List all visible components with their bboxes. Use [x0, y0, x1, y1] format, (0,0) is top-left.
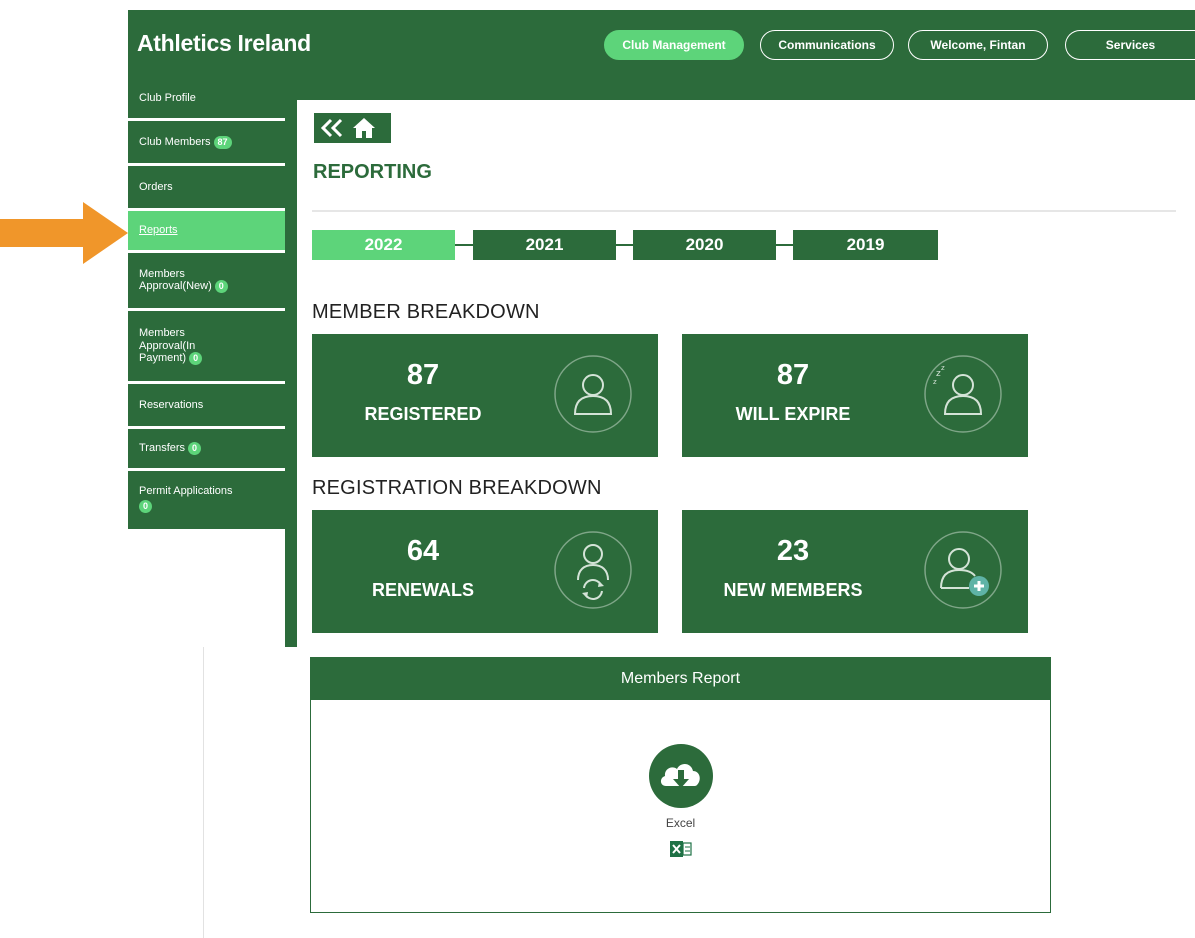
top-bar: Athletics Ireland Club Management Commun…: [128, 10, 1195, 79]
count-badge: 0: [139, 499, 153, 513]
stat-value: 87: [776, 359, 810, 391]
user-renew-icon: [554, 531, 632, 609]
sidebar-item-label: Approval(New): [139, 280, 212, 293]
sidebar-item-transfers[interactable]: Transfers 0: [128, 429, 285, 471]
sidebar-item-reports[interactable]: Reports: [128, 211, 285, 253]
sidebar-item-label: Reservations: [139, 398, 204, 411]
stat-value: 87: [406, 359, 440, 391]
pointer-arrow-icon: [0, 202, 128, 264]
back-home-button[interactable]: [314, 113, 391, 143]
members-report-panel: Members Report Excel: [310, 657, 1051, 913]
sidebar-item-label: Members: [139, 267, 185, 280]
sidebar-item-members-approval-new[interactable]: Members Approval(New) 0: [128, 253, 285, 311]
sidebar-item-label: Transfers: [139, 442, 186, 455]
sidebar: Club Profile Club Members 87 Orders Repor…: [128, 79, 285, 529]
sidebar-item-reservations[interactable]: Reservations: [128, 384, 285, 429]
members-report-title: Members Report: [311, 658, 1050, 700]
page-title: REPORTING: [313, 161, 432, 183]
count-badge: 87: [213, 135, 232, 149]
nav-club-management[interactable]: Club Management: [604, 30, 744, 60]
member-breakdown-heading: MEMBER BREAKDOWN: [312, 301, 540, 323]
excel-icon[interactable]: [670, 839, 692, 859]
registered-card[interactable]: 87 REGISTERED: [312, 334, 658, 457]
nav-welcome-user[interactable]: Welcome, Fintan: [908, 30, 1048, 60]
stat-value: 64: [406, 535, 440, 567]
stat-label: NEW MEMBERS: [723, 580, 863, 600]
year-tab-2021[interactable]: 2021: [473, 230, 616, 260]
divider: [312, 210, 1176, 212]
stat-value: 23: [776, 535, 810, 567]
sidebar-item-members-approval-payment[interactable]: Members Approval(In Payment) 0: [128, 311, 285, 384]
user-sleep-icon: z z z: [924, 355, 1002, 433]
year-tab-2020[interactable]: 2020: [633, 230, 776, 260]
sidebar-item-label: Permit Applications: [139, 485, 233, 497]
count-badge: 0: [189, 352, 203, 366]
user-add-icon: [924, 531, 1002, 609]
sidebar-item-club-members[interactable]: Club Members 87: [128, 121, 285, 166]
sidebar-item-label: Reports: [139, 224, 178, 237]
stat-label: REGISTERED: [364, 404, 482, 424]
double-chevron-left-icon: [320, 118, 343, 138]
svg-text:z: z: [941, 364, 945, 372]
cloud-download-icon[interactable]: [649, 744, 713, 808]
count-badge: 0: [214, 280, 228, 294]
sidebar-item-label: Orders: [139, 180, 173, 193]
registration-breakdown-heading: REGISTRATION BREAKDOWN: [312, 477, 602, 499]
year-tab-2019[interactable]: 2019: [793, 230, 938, 260]
new-members-card[interactable]: 23 NEW MEMBERS: [682, 510, 1028, 633]
stat-label: WILL EXPIRE: [735, 404, 851, 424]
sidebar-item-label: Club Members: [139, 135, 211, 148]
home-icon: [353, 118, 375, 138]
main-panel: REPORTING 2022 2021 2020 2019 MEMBER BRE…: [297, 100, 1195, 647]
app-window: Athletics Ireland Club Management Commun…: [128, 10, 1195, 647]
user-icon: [554, 355, 632, 433]
sidebar-item-club-profile[interactable]: Club Profile: [128, 79, 285, 121]
nav-services[interactable]: Services: [1065, 30, 1195, 60]
year-tab-2022[interactable]: 2022: [312, 230, 455, 260]
sidebar-item-label: Members: [139, 326, 185, 339]
count-badge: 0: [188, 442, 202, 455]
will-expire-card[interactable]: 87 WILL EXPIRE z z z: [682, 334, 1028, 457]
excel-label: Excel: [665, 816, 696, 830]
sidebar-item-label: Club Profile: [139, 92, 196, 105]
page-divider: [203, 647, 204, 938]
stat-label: RENEWALS: [371, 580, 474, 600]
brand-title: Athletics Ireland: [137, 30, 311, 56]
svg-text:z: z: [933, 378, 937, 386]
nav-communications[interactable]: Communications: [760, 30, 894, 60]
renewals-card[interactable]: 64 RENEWALS: [312, 510, 658, 633]
sidebar-item-orders[interactable]: Orders: [128, 166, 285, 211]
sidebar-item-label: Payment): [139, 352, 187, 365]
sidebar-item-label: Approval(In: [139, 339, 196, 352]
sidebar-item-permit-applications[interactable]: Permit Applications 0: [128, 471, 285, 529]
